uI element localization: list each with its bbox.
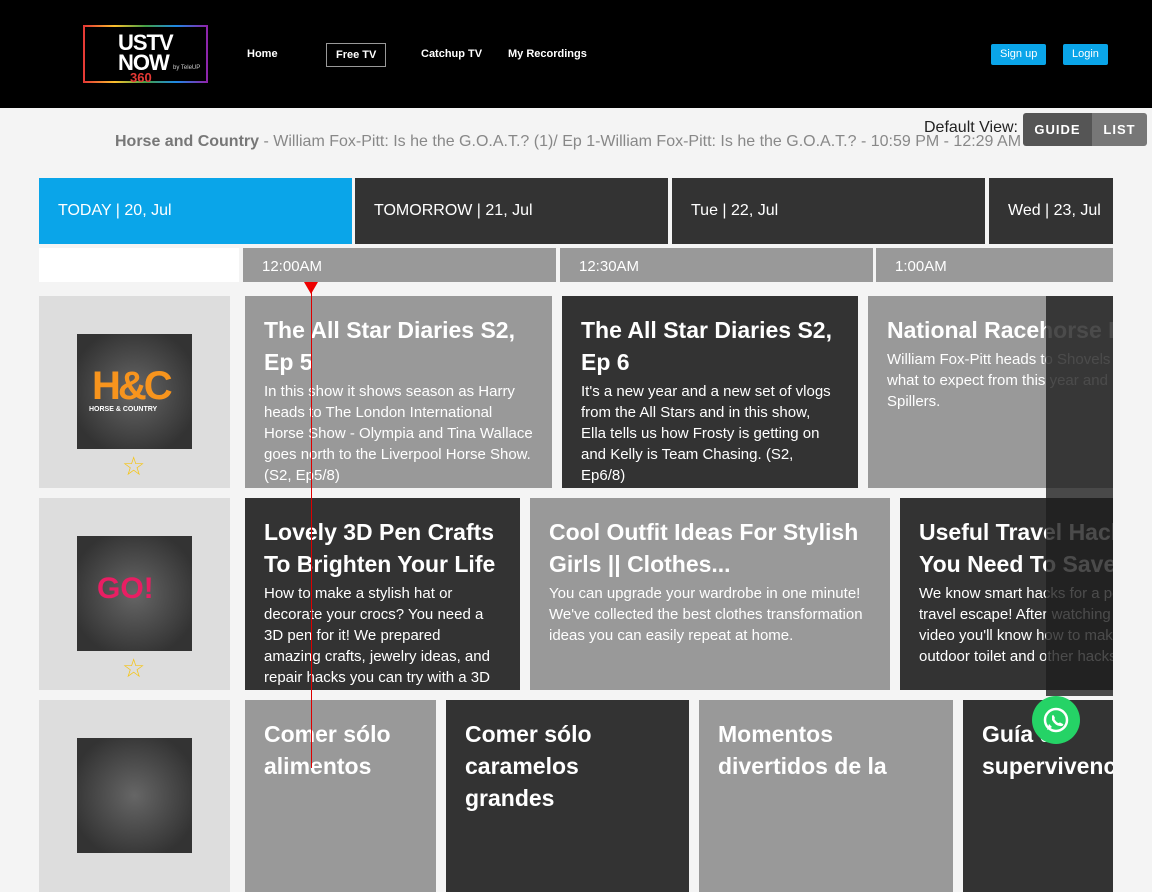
- program-card[interactable]: Cool Outfit Ideas For Stylish Girls || C…: [530, 498, 890, 690]
- logo-byline: by TeleUP: [173, 65, 201, 71]
- time-header-blank: [39, 248, 239, 282]
- logo-line3: 360: [130, 70, 152, 85]
- program-card[interactable]: The All Star Diaries S2, Ep 6 It's a new…: [562, 296, 858, 488]
- top-navbar: USTV NOW 360 by TeleUP Home Free TV Catc…: [0, 0, 1152, 108]
- program-card[interactable]: Comer sólo caramelos grandes: [446, 700, 689, 892]
- program-desc: How to make a stylish hat or decorate yo…: [264, 585, 490, 686]
- program-title: The All Star Diaries S2, Ep 5: [264, 317, 515, 375]
- program-card[interactable]: Comer sólo alimentos: [245, 700, 436, 892]
- day-tab-tue[interactable]: Tue | 22, Jul: [672, 178, 985, 244]
- program-title: Comer sólo alimentos: [264, 721, 391, 779]
- day-tab-tomorrow[interactable]: TOMORROW | 21, Jul: [355, 178, 668, 244]
- program-title: Momentos divertidos de la: [718, 721, 887, 779]
- nav-home[interactable]: Home: [247, 43, 278, 67]
- now-playing-ticker: Horse and Country - William Fox-Pitt: Is…: [115, 133, 1045, 151]
- nav-catchup-tv[interactable]: Catchup TV: [421, 43, 482, 67]
- time-slot-1230: 12:30AM: [560, 248, 873, 282]
- channel-cell-row3[interactable]: [39, 700, 230, 892]
- favorite-star-icon[interactable]: ☆: [122, 655, 145, 681]
- hc-logo-sub: HORSE & COUNTRY: [89, 406, 158, 413]
- day-tab-today[interactable]: TODAY | 20, Jul: [39, 178, 352, 244]
- program-desc: It's a new year and a new set of vlogs f…: [581, 383, 831, 484]
- signup-button[interactable]: Sign up: [991, 44, 1047, 65]
- time-slot-0100: 1:00AM: [876, 248, 1113, 282]
- time-slot-1200: 12:00AM: [243, 248, 556, 282]
- program-title: Comer sólo caramelos grandes: [465, 721, 592, 811]
- whatsapp-icon: [1043, 707, 1069, 733]
- login-button[interactable]: Login: [1063, 44, 1108, 65]
- channel-cell-123go[interactable]: GO! ☆: [39, 498, 230, 690]
- program-card[interactable]: Momentos divertidos de la: [699, 700, 953, 892]
- favorite-star-icon[interactable]: ☆: [122, 453, 145, 479]
- program-desc: In this show it shows season as Harry he…: [264, 383, 533, 484]
- default-view-label: Default View:: [924, 119, 1018, 136]
- guide-view-button[interactable]: GUIDE: [1023, 113, 1092, 146]
- program-desc: You can upgrade your wardrobe in one min…: [549, 585, 863, 644]
- day-tab-wed[interactable]: Wed | 23, Jul: [989, 178, 1113, 244]
- program-title: The All Star Diaries S2, Ep 6: [581, 317, 832, 375]
- whatsapp-chat-button[interactable]: [1032, 696, 1080, 744]
- channel-logo-row3[interactable]: [77, 738, 192, 853]
- now-playing-channel: Horse and Country: [115, 133, 260, 150]
- ustv-now-logo[interactable]: USTV NOW 360 by TeleUP: [83, 25, 208, 85]
- channel-logo-horse-country[interactable]: H&C HORSE & COUNTRY: [77, 334, 192, 449]
- program-title: Cool Outfit Ideas For Stylish Girls || C…: [549, 519, 859, 577]
- scroll-right-overlay[interactable]: [1046, 296, 1113, 696]
- channel-logo-123go[interactable]: GO!: [77, 536, 192, 651]
- program-title: Lovely 3D Pen Crafts To Brighten Your Li…: [264, 519, 496, 577]
- channel-cell-horse-country[interactable]: H&C HORSE & COUNTRY ☆: [39, 296, 230, 488]
- current-time-line: [311, 288, 312, 768]
- list-view-button[interactable]: LIST: [1092, 113, 1147, 146]
- program-card[interactable]: Lovely 3D Pen Crafts To Brighten Your Li…: [245, 498, 520, 690]
- nav-free-tv[interactable]: Free TV: [326, 43, 387, 67]
- go-logo-text: GO!: [97, 572, 154, 605]
- hc-logo-text: H&C: [92, 364, 173, 408]
- program-card[interactable]: The All Star Diaries S2, Ep 5 In this sh…: [245, 296, 552, 488]
- nav-my-recordings[interactable]: My Recordings: [508, 43, 587, 67]
